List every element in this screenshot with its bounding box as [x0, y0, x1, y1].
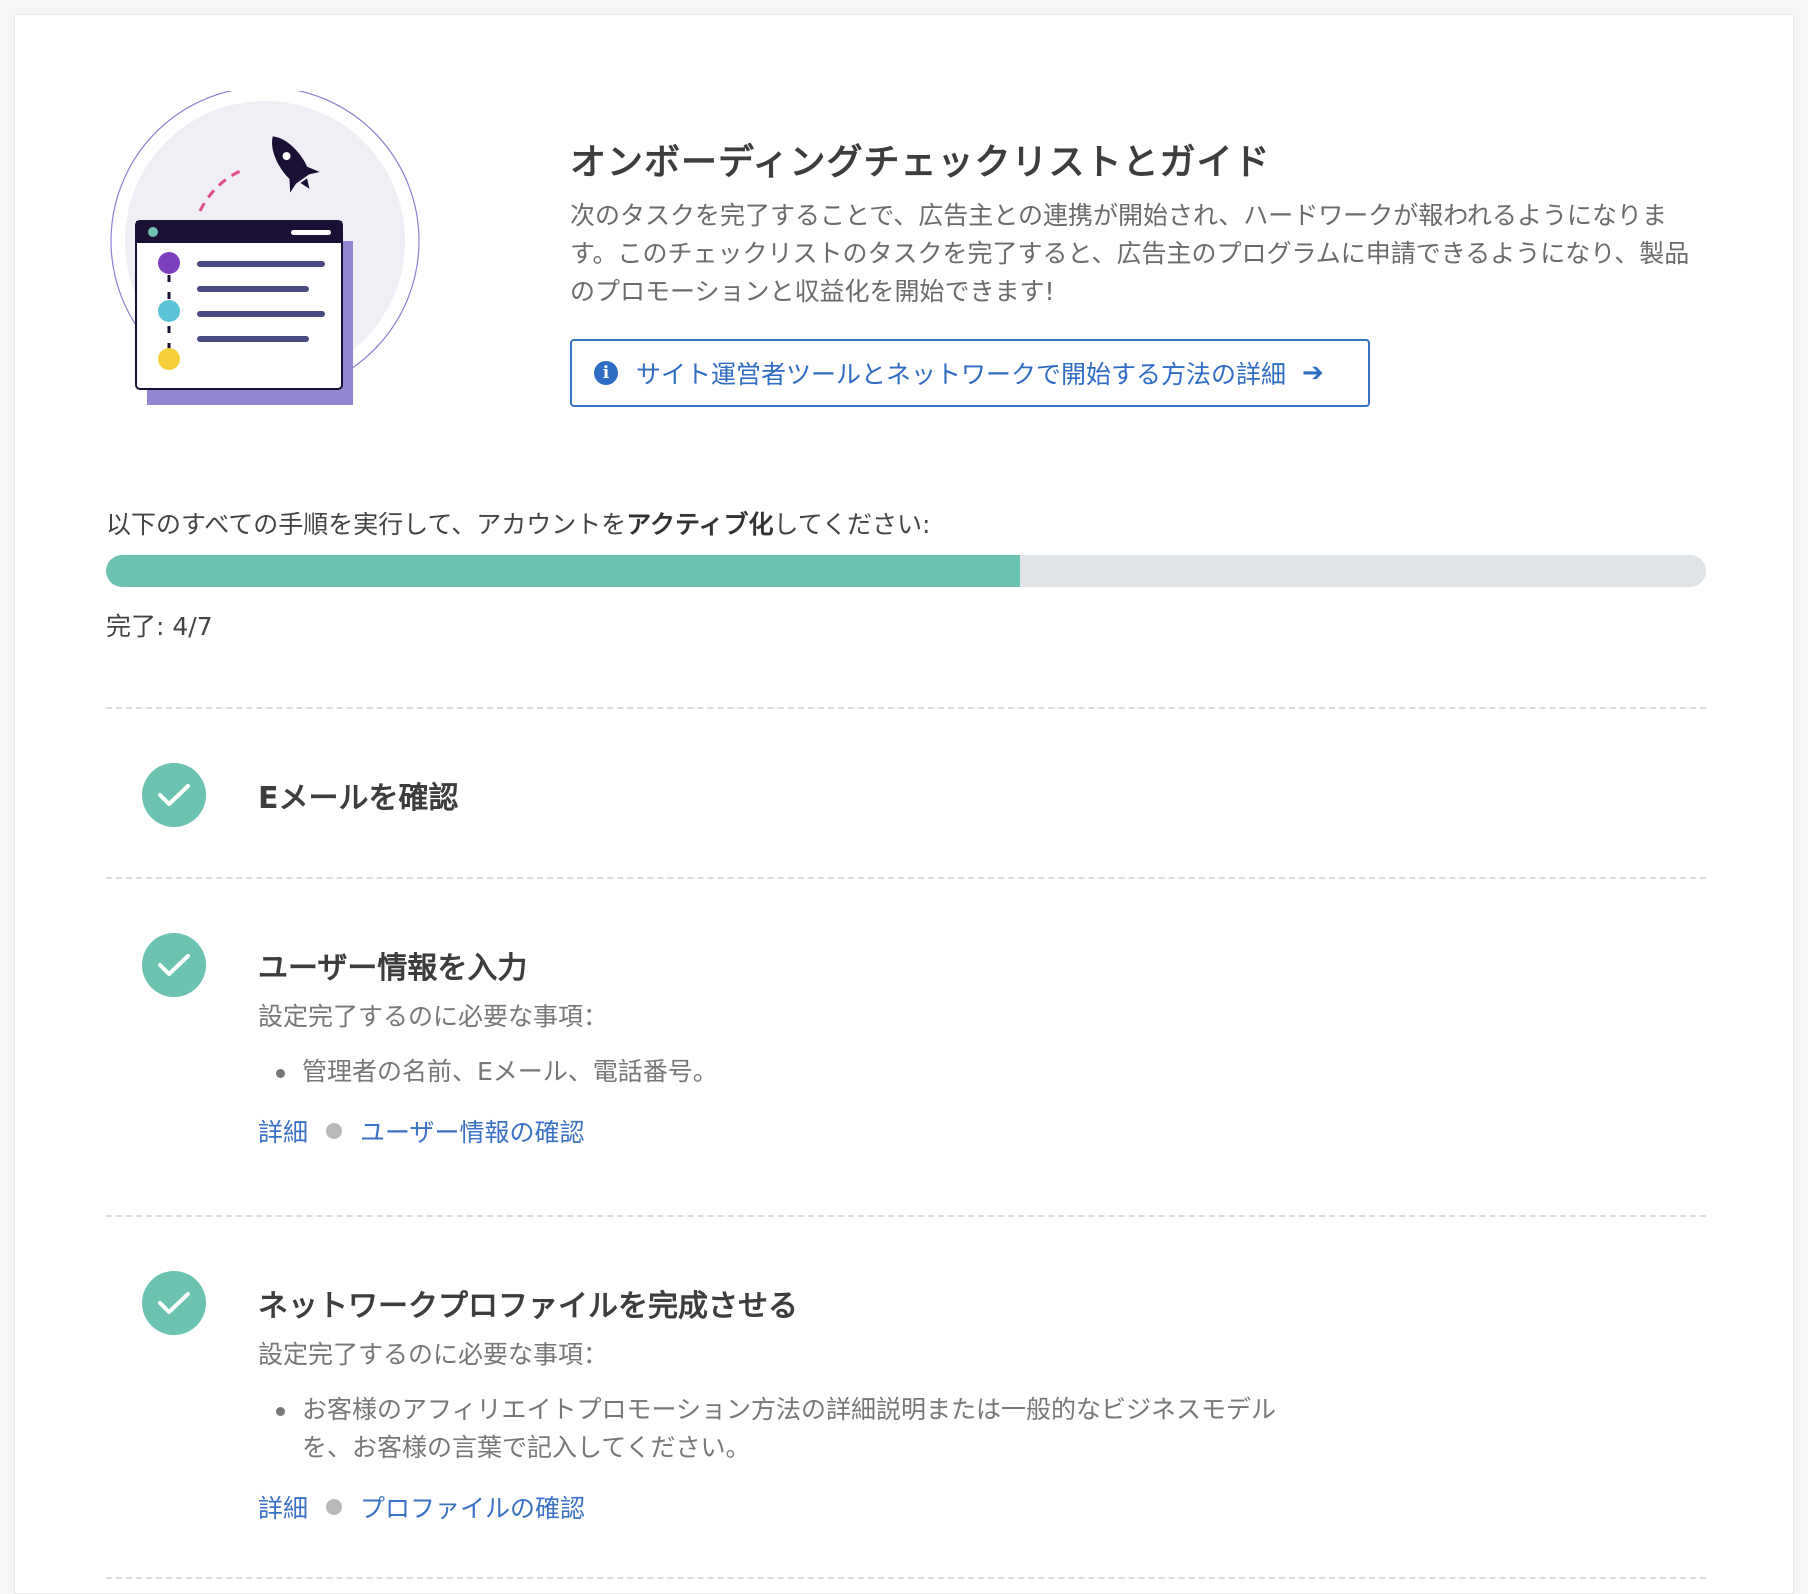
progress-instruction: 以下のすべての手順を実行して、アカウントをアクティブ化してください: — [106, 505, 930, 541]
details-link[interactable]: 詳細 — [258, 1113, 308, 1149]
review-profile-link[interactable]: プロファイルの確認 — [360, 1489, 585, 1525]
requirement-item: 管理者の名前、Eメール、電話番号。 — [276, 1053, 1276, 1091]
progress-label-bold: アクティブ化 — [626, 510, 774, 539]
onboarding-header: オンボーディングチェックリストとガイド 次のタスクを完了することで、広告主との連… — [15, 15, 1793, 435]
check-icon — [142, 1271, 206, 1335]
getting-started-guide-button[interactable]: i サイト運営者ツールとネットワークで開始する方法の詳細 ➔ — [570, 339, 1370, 407]
onboarding-card: オンボーディングチェックリストとガイド 次のタスクを完了することで、広告主との連… — [14, 14, 1794, 1594]
progress-count: 完了: 4/7 — [106, 612, 213, 641]
divider — [106, 877, 1706, 879]
divider — [106, 707, 1706, 709]
progress-label-prefix: 以下のすべての手順を実行して、アカウントを — [106, 510, 627, 539]
task-links: 詳細 プロファイルの確認 — [258, 1489, 585, 1525]
task-user-info: ユーザー情報を入力 設定完了するのに必要な事項： 管理者の名前、Eメール、電話番… — [106, 933, 1706, 1173]
divider — [106, 1215, 1706, 1217]
requirement-item: お客様のアフィリエイトプロモーション方法の詳細説明または一般的なビジネスモデルを… — [276, 1391, 1296, 1467]
arrow-right-icon: ➔ — [1302, 358, 1324, 388]
progress-bar-fill — [106, 555, 1021, 587]
task-title: Eメールを確認 — [258, 781, 459, 816]
task-verify-email: Eメールを確認 — [106, 763, 1706, 843]
review-user-info-link[interactable]: ユーザー情報の確認 — [360, 1113, 585, 1149]
details-link[interactable]: 詳細 — [258, 1489, 308, 1525]
progress-label-suffix: してください: — [773, 510, 931, 539]
task-title: ネットワークプロファイルを完成させる — [258, 1289, 798, 1324]
task-network-profile: ネットワークプロファイルを完成させる 設定完了するのに必要な事項： お客様のアフ… — [106, 1271, 1706, 1541]
task-links: 詳細 ユーザー情報の確認 — [258, 1113, 585, 1149]
checklist-rocket-illustration — [110, 91, 420, 405]
check-icon — [142, 763, 206, 827]
guide-button-label: サイト運営者ツールとネットワークで開始する方法の詳細 — [636, 360, 1287, 389]
task-requirements-label: 設定完了するのに必要な事項： — [258, 1340, 609, 1369]
info-icon: i — [594, 361, 618, 385]
page-title: オンボーディングチェックリストとガイド — [570, 142, 1271, 183]
progress-bar — [106, 555, 1706, 587]
task-requirements-label: 設定完了するのに必要な事項： — [258, 1002, 609, 1031]
page-description: 次のタスクを完了することで、広告主との連携が開始され、ハードワークが報われるよう… — [570, 201, 1690, 306]
link-separator-dot — [326, 1499, 343, 1515]
link-separator-dot — [326, 1123, 343, 1139]
divider — [106, 1577, 1706, 1579]
task-title: ユーザー情報を入力 — [258, 951, 528, 986]
check-icon — [142, 933, 206, 997]
